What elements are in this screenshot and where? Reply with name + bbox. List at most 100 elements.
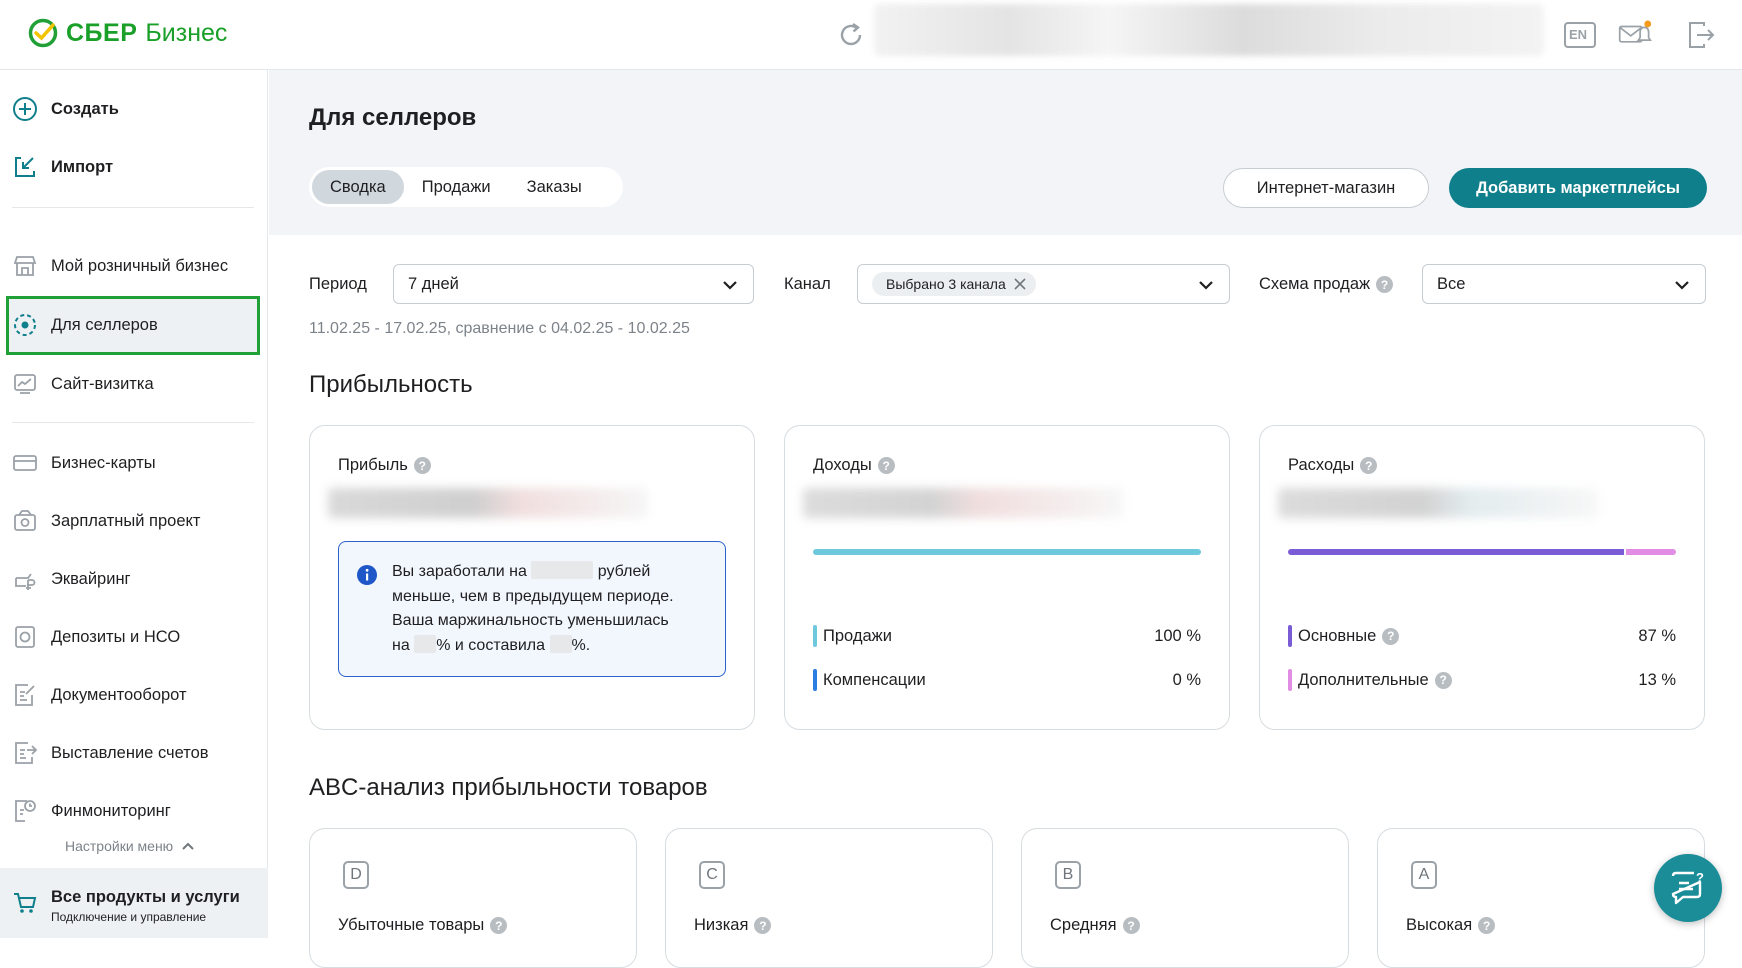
sidebar-item-label: Зарплатный проект: [51, 511, 201, 530]
help-icon[interactable]: ?: [1122, 917, 1140, 934]
blurred-income-value: [803, 488, 1123, 518]
sidebar-item-sellers[interactable]: Для селлеров: [0, 298, 268, 352]
abc-card-d[interactable]: D Убыточные товары ?: [309, 828, 637, 968]
help-icon[interactable]: ?: [877, 457, 895, 474]
sidebar-item-label: Сайт-визитка: [51, 374, 154, 393]
refresh-icon[interactable]: [836, 20, 866, 50]
all-products-link[interactable]: Все продукты и услуги Подключение и упра…: [0, 868, 268, 938]
help-icon[interactable]: ?: [1376, 276, 1394, 293]
info-text-part: Ваша маржинальность уменьшилась: [392, 612, 669, 629]
redacted-value: [414, 634, 437, 653]
sidebar-divider: [12, 422, 254, 423]
help-icon[interactable]: ?: [490, 917, 508, 934]
sidebar-item-label: Создать: [51, 99, 119, 118]
sidebar-item-documents[interactable]: Документооборот: [0, 668, 268, 722]
sber-business-logo[interactable]: СБЕР Бизнес: [28, 18, 227, 48]
abc-card-title-wrap: Низкая ?: [694, 916, 772, 935]
expenses-legend-additional: Дополнительные ? 13 %: [1288, 668, 1676, 692]
sidebar-item-business-cards[interactable]: Бизнес-карты: [0, 436, 268, 490]
deposit-icon: [12, 624, 38, 650]
sidebar-item-create[interactable]: Создать: [0, 82, 268, 136]
abc-card-title: Высокая: [1406, 916, 1473, 934]
finmonitoring-icon: [12, 798, 38, 824]
period-select[interactable]: 7 дней: [393, 264, 754, 304]
sidebar-item-invoices[interactable]: Выставление счетов: [0, 726, 268, 780]
info-text-part: %.: [571, 636, 591, 654]
legend-marker: [813, 669, 817, 691]
abc-card-title-wrap: Средняя ?: [1050, 916, 1140, 935]
profit-card: Прибыль ? Вы заработали на рублей меньше…: [309, 425, 755, 730]
tab-summary[interactable]: Сводка: [312, 170, 404, 204]
sidebar-item-label: Бизнес-карты: [51, 453, 156, 472]
abc-analysis-title: ABC-анализ прибыльности товаров: [309, 774, 708, 801]
sidebar-item-label: Депозиты и НСО: [51, 627, 181, 646]
channel-select[interactable]: Выбрано 3 канала: [857, 264, 1230, 304]
close-icon[interactable]: [1014, 278, 1026, 290]
sidebar-item-retail[interactable]: Мой розничный бизнес: [0, 239, 268, 293]
menu-settings-toggle[interactable]: Настройки меню: [65, 838, 195, 854]
blurred-company-info: [874, 4, 1544, 56]
add-marketplaces-button[interactable]: Добавить маркетплейсы: [1449, 168, 1707, 208]
cart-icon: [12, 890, 38, 921]
help-icon[interactable]: ?: [413, 457, 431, 474]
chevron-down-icon: [1675, 281, 1689, 290]
document-icon: [12, 682, 38, 708]
online-store-button[interactable]: Интернет-магазин: [1223, 168, 1429, 208]
date-range-text: 11.02.25 - 17.02.25, сравнение с 04.02.2…: [309, 320, 690, 337]
card-icon: [12, 450, 38, 476]
import-icon: [12, 154, 38, 180]
abc-card-title: Убыточные товары: [338, 916, 485, 934]
expenses-bar-segment: [1288, 549, 1624, 555]
profit-info-text: Вы заработали на рублей меньше, чем в пр…: [392, 560, 712, 658]
language-switch[interactable]: EN: [1563, 18, 1597, 52]
sidebar-item-import[interactable]: Импорт: [0, 140, 268, 194]
abc-card-title-wrap: Высокая ?: [1406, 916, 1496, 935]
income-legend-compensations: Компенсации 0 %: [813, 668, 1201, 692]
top-header: СБЕР Бизнес EN: [0, 0, 1742, 70]
logout-icon[interactable]: [1684, 18, 1718, 52]
grade-b-icon: B: [1055, 861, 1081, 889]
info-text-part: меньше, чем в предыдущем периоде.: [392, 587, 674, 605]
sidebar-divider: [12, 207, 254, 208]
info-text-part: рублей: [597, 563, 651, 580]
redacted-value: [549, 634, 572, 653]
salary-icon: [12, 508, 38, 534]
profit-card-title-wrap: Прибыль ?: [338, 456, 431, 475]
tab-orders[interactable]: Заказы: [509, 170, 600, 204]
sidebar-item-acquiring[interactable]: Эквайринг: [0, 552, 268, 606]
seller-icon: [12, 312, 38, 338]
sidebar-item-finmonitoring[interactable]: Финмониторинг: [0, 784, 268, 838]
sidebar-item-website[interactable]: Сайт-визитка: [0, 357, 268, 411]
channel-chip[interactable]: Выбрано 3 канала: [872, 272, 1036, 296]
sidebar-item-label: Выставление счетов: [51, 743, 209, 762]
legend-value: 87 %: [1638, 626, 1676, 645]
abc-card-b[interactable]: B Средняя ?: [1021, 828, 1349, 968]
legend-name-wrap: Основные ?: [1298, 627, 1400, 646]
abc-card-c[interactable]: C Низкая ?: [665, 828, 993, 968]
help-icon[interactable]: ?: [1478, 917, 1496, 934]
all-products-subtitle: Подключение и управление: [51, 910, 207, 924]
sidebar-item-salary[interactable]: Зарплатный проект: [0, 494, 268, 548]
chevron-down-icon: [723, 281, 737, 290]
blurred-expenses-value: [1278, 488, 1598, 518]
logo-brand-text: СБЕР: [66, 18, 138, 47]
redacted-value: [531, 561, 594, 579]
tab-sales[interactable]: Продажи: [404, 170, 509, 204]
mail-notification-icon[interactable]: [1618, 18, 1652, 52]
sales-scheme-label: Схема продаж: [1259, 275, 1371, 293]
sidebar-item-label: Документооборот: [51, 685, 187, 704]
help-icon[interactable]: ?: [1360, 457, 1378, 474]
help-icon[interactable]: ?: [1434, 671, 1452, 689]
sidebar-item-deposits[interactable]: Депозиты и НСО: [0, 610, 268, 664]
legend-name: Дополнительные: [1298, 670, 1429, 689]
sales-scheme-value: Все: [1437, 274, 1466, 293]
logo-product-text: Бизнес: [145, 18, 228, 47]
period-label: Период: [309, 275, 367, 293]
sales-scheme-select[interactable]: Все: [1422, 264, 1706, 304]
legend-marker: [1288, 625, 1292, 647]
sber-logo-icon: [28, 18, 58, 48]
channel-chip-label: Выбрано 3 канала: [886, 276, 1006, 292]
support-chat-button[interactable]: ?: [1654, 854, 1722, 922]
help-icon[interactable]: ?: [1382, 627, 1400, 645]
help-icon[interactable]: ?: [754, 917, 772, 934]
